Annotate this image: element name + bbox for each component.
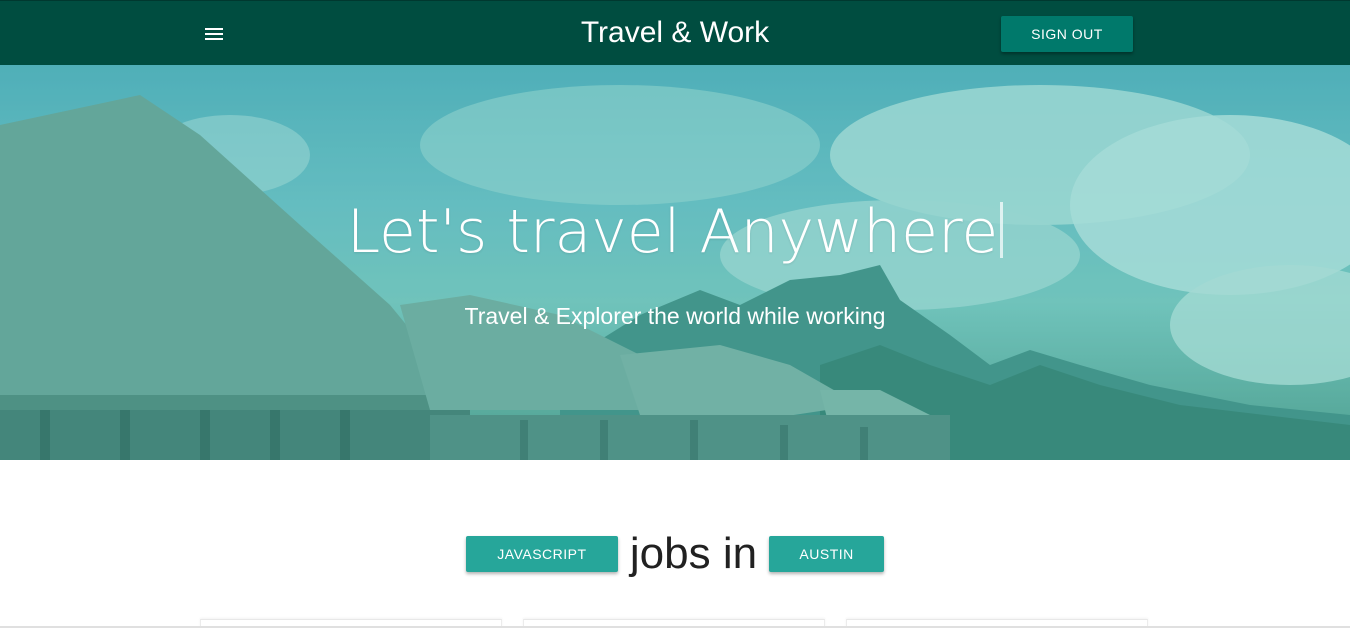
sign-out-button[interactable]: SIGN OUT	[1001, 16, 1133, 52]
site-title[interactable]: Travel & Work	[0, 15, 1350, 51]
technology-select-button[interactable]: JAVASCRIPT	[465, 536, 618, 572]
hero-subtitle: Travel & Explorer the world while workin…	[464, 303, 886, 329]
location-select-button[interactable]: AUSTIN	[769, 536, 885, 572]
jobs-in-label: jobs in	[629, 529, 758, 578]
hero-title: Let's travel Anywhere	[0, 197, 1350, 267]
typing-caret	[1000, 202, 1004, 258]
job-search-bar: JAVASCRIPT jobs in AUSTIN	[0, 526, 1350, 582]
hero-banner: Let's travel Anywhere Travel & Explorer …	[0, 65, 1350, 460]
hero-title-text: Let's travel Anywhere	[346, 197, 999, 267]
top-navbar: Travel & Work SIGN OUT	[0, 0, 1350, 65]
